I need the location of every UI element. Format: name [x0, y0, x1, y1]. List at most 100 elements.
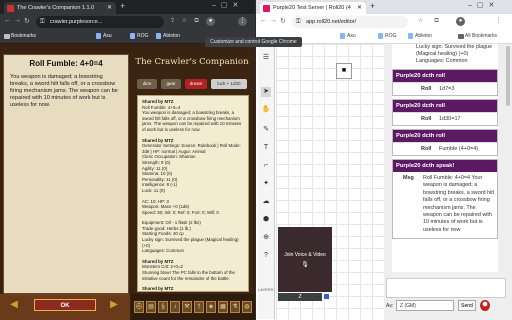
tab-roll20[interactable]: Purple20 Test Server | Roll20 (4 ✕: [260, 2, 366, 14]
roll-card: Purple20 dcth roll Roll 1d7=3: [392, 69, 498, 96]
luck-button[interactable]: luck + 1d20: [211, 79, 247, 89]
bookmark-item[interactable]: Bookmarks: [4, 30, 36, 43]
helm-icon[interactable]: ⛑: [134, 301, 144, 313]
fog-icon[interactable]: ☁: [261, 197, 271, 207]
forward-icon[interactable]: →: [270, 17, 277, 24]
hand-icon[interactable]: ✋: [261, 105, 271, 115]
tab-title: The Crawler's Companion 1.1.0: [17, 5, 95, 11]
roll-key: Roll: [421, 146, 432, 152]
globe-icon[interactable]: ◍: [242, 301, 252, 313]
roll-result-description: You weapon is damaged; a bowstring break…: [10, 74, 118, 108]
window-controls[interactable]: –▢✕: [468, 1, 499, 9]
bookmark-item[interactable]: ROG: [378, 30, 396, 43]
light-icon[interactable]: ✦: [261, 179, 271, 189]
companion-panel: The Crawler's Companion dice gear dream …: [131, 54, 253, 294]
extensions-icon[interactable]: ⧉: [432, 17, 441, 26]
back-icon[interactable]: ←: [260, 17, 267, 24]
dream-button[interactable]: dream: [185, 79, 207, 89]
select-pointer-icon[interactable]: ➤: [261, 87, 271, 97]
roll-result-title: Roll Fumble: 4+0=4: [29, 59, 103, 68]
roll-card-row: Roll 1d7=3: [393, 82, 497, 95]
chrome-menu-icon[interactable]: ⋮: [238, 17, 247, 26]
profile-avatar[interactable]: ●: [456, 17, 465, 26]
chat-log[interactable]: Lucky sign: Survived the plague (Magical…: [392, 44, 498, 272]
prev-arrow-icon[interactable]: ◀: [6, 299, 22, 311]
send-button[interactable]: Send: [458, 300, 476, 311]
axe-icon[interactable]: ⚒: [182, 301, 192, 313]
join-voice-label[interactable]: Join Voice & Video: [278, 252, 332, 258]
bookmark-item[interactable]: Asu: [96, 30, 112, 43]
bookmark-star-icon[interactable]: ☆: [416, 17, 425, 26]
dice-button[interactable]: dice: [137, 79, 157, 89]
shield-icon[interactable]: ◈: [206, 301, 216, 313]
map-icon[interactable]: ▦: [218, 301, 228, 313]
browser-toolbar: ← → ↻ ⚿ app.roll20.net/editor/ ☆ ⧉ ● ⋮: [256, 14, 512, 30]
bookmark-item[interactable]: Asu: [340, 30, 356, 43]
roll-value[interactable]: Fumble (4+0=4): [439, 143, 478, 155]
reload-icon[interactable]: ↻: [280, 17, 286, 25]
mic-muted-icon[interactable]: 🎙: [278, 261, 332, 268]
log-entry: Shared by MTZRoll Major Corruption: 4+0=…: [142, 286, 244, 291]
message-key: Msg: [403, 175, 414, 181]
quick-dice-icon[interactable]: ⬢: [480, 300, 490, 311]
speaking-as-select[interactable]: Z (GM): [396, 300, 454, 311]
address-bar[interactable]: ⚿ crawler.purplesorce...: [36, 16, 164, 28]
window-controls[interactable]: –▢✕: [212, 1, 243, 9]
zoom-icon[interactable]: ⊕: [261, 233, 271, 243]
video-panel[interactable]: Join Voice & Video 🎙: [278, 227, 332, 292]
tab-favicon-icon: [7, 5, 14, 12]
new-tab-icon[interactable]: +: [370, 1, 375, 11]
roll-value[interactable]: 1d30=17: [439, 113, 461, 125]
extensions-icon[interactable]: ⧉: [192, 17, 201, 26]
selected-token[interactable]: ■: [336, 63, 352, 79]
ok-button[interactable]: OK: [34, 299, 96, 311]
close-tab-icon[interactable]: ✕: [107, 2, 112, 14]
text-icon[interactable]: T: [261, 143, 271, 153]
gear-button[interactable]: gear: [161, 79, 181, 89]
bookmark-icon: [156, 33, 161, 39]
flask-icon[interactable]: ⚗: [230, 301, 240, 313]
log-line: Languages: Common: [142, 248, 184, 254]
bookmark-star-icon[interactable]: ☆: [180, 17, 189, 26]
log-entry: AC: 10; HP: 3 Weapon: Mace +0 (1d6) Speed:…: [142, 199, 244, 216]
bookmark-item[interactable]: Ableton: [408, 30, 432, 43]
draw-pen-icon[interactable]: ✎: [261, 125, 271, 135]
share-icon[interactable]: ⇪: [168, 17, 177, 26]
profile-avatar[interactable]: ●: [206, 17, 215, 26]
book-icon[interactable]: ▤: [146, 301, 156, 313]
tab-crawlers-companion[interactable]: The Crawler's Companion 1.1.0 ✕: [4, 2, 116, 14]
bookmark-item[interactable]: Ableton: [156, 30, 180, 43]
bookmark-item[interactable]: ROG: [130, 30, 148, 43]
lute-icon[interactable]: ♪: [170, 301, 180, 313]
companion-log[interactable]: Shared by MTZ Roll Fumble: 4+0=4 You weapo…: [137, 95, 249, 292]
address-bar[interactable]: ⚿ app.roll20.net/editor/: [292, 16, 408, 28]
log-line: Speed: 30; Init: 0; Ref: 0; Fort: 0; Wil…: [142, 209, 219, 215]
roll-card: Purple20 dcth roll Roll 1d30=17: [392, 99, 498, 126]
reload-icon[interactable]: ↻: [24, 17, 30, 25]
sword-icon[interactable]: †: [194, 301, 204, 313]
ruler-icon[interactable]: ⌐: [261, 161, 271, 171]
next-arrow-icon[interactable]: ▶: [106, 299, 122, 311]
scroll-icon[interactable]: §: [158, 301, 168, 313]
close-tab-icon[interactable]: ✕: [357, 2, 362, 14]
tab-bar: Purple20 Test Server | Roll20 (4 ✕ + –▢✕: [256, 0, 512, 14]
roll-card-header: Purple20 dcth roll: [393, 70, 497, 82]
dice-icon[interactable]: ⬢: [261, 215, 271, 225]
chat-scrollbar[interactable]: [506, 46, 510, 106]
menu-icon[interactable]: ☰: [261, 53, 271, 63]
forward-icon[interactable]: →: [14, 17, 21, 24]
new-tab-icon[interactable]: +: [120, 1, 125, 11]
roll-card-row: Roll Fumble (4+0=4): [393, 142, 497, 155]
back-icon[interactable]: ←: [4, 17, 11, 24]
chat-message-card: Purple20 dcth speak! Msg Roll Fumble: 4+…: [392, 159, 498, 240]
message-header: Purple20 dcth speak!: [393, 160, 497, 172]
lock-icon: ⚿: [40, 19, 45, 25]
url-text: crawler.purplesorce...: [50, 19, 103, 25]
roll-value[interactable]: 1d7=3: [439, 83, 454, 95]
player-color-swatch[interactable]: [324, 294, 329, 299]
message-body: Msg Roll Fumble: 4+0=4 Your weapon is da…: [393, 172, 497, 238]
bookmark-item[interactable]: All Bookmarks: [458, 30, 497, 43]
help-icon[interactable]: ?: [261, 251, 271, 261]
chrome-menu-icon[interactable]: ⋮: [494, 17, 503, 26]
chat-input[interactable]: [386, 278, 506, 298]
